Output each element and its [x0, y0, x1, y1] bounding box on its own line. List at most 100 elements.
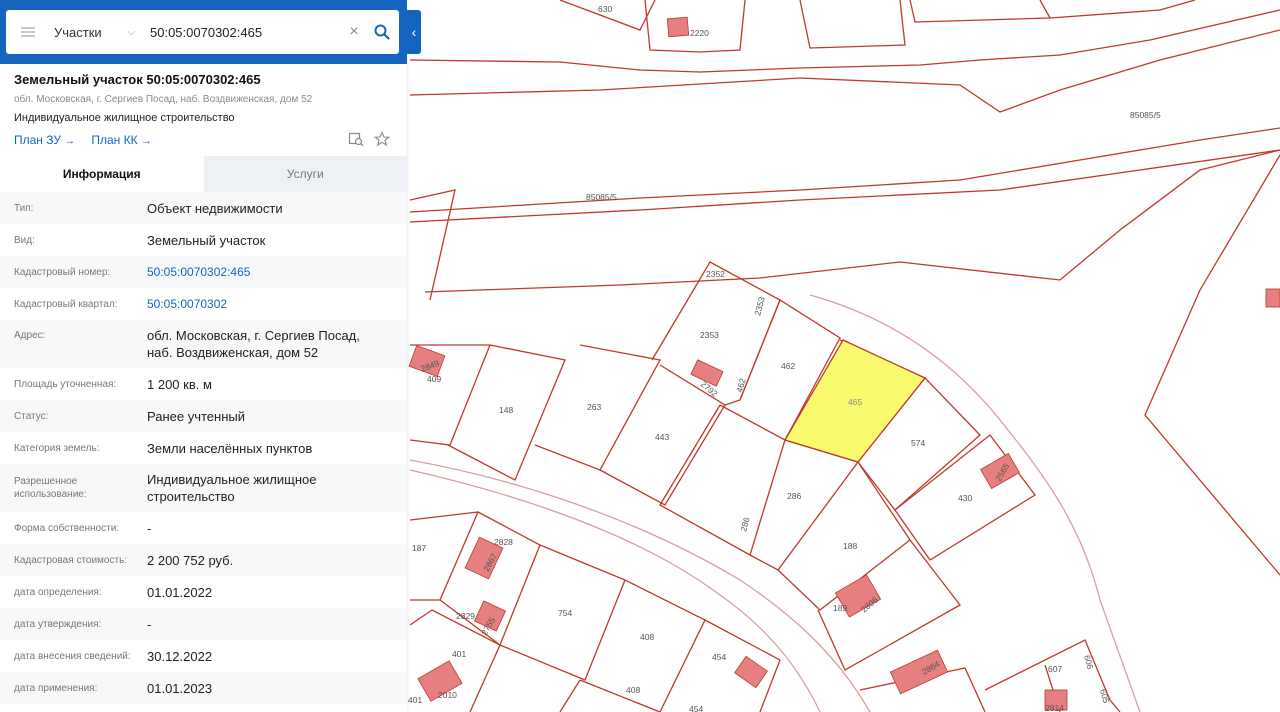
label-2352: 2352: [706, 269, 725, 279]
table-row: Разрешенное использование: Индивидуальное…: [0, 464, 407, 512]
label-574: 574: [911, 438, 925, 448]
chevron-left-icon: ‹: [411, 24, 417, 40]
table-row: дата утверждения: -: [0, 608, 407, 640]
label-263: 263: [587, 402, 601, 412]
label-401-a: 401: [452, 649, 466, 659]
label-148: 148: [499, 405, 513, 415]
label-607: 607: [1048, 664, 1062, 674]
table-row: Тип: Объект недвижимости: [0, 192, 407, 224]
plan-links: План ЗУ → План КК →: [14, 133, 393, 147]
plan-zu-link[interactable]: План ЗУ →: [14, 133, 75, 147]
label-286-a: 286: [787, 491, 801, 501]
field-label: Кадастровый квартал:: [14, 298, 118, 310]
plan-zu-label: План ЗУ: [14, 133, 61, 147]
plan-kk-label: План КК: [91, 133, 138, 147]
label-187: 187: [412, 543, 426, 553]
tab-info[interactable]: Информация: [0, 156, 204, 192]
field-value: 01.01.2023: [147, 680, 213, 696]
field-label: дата применения:: [14, 682, 98, 694]
field-label: Категория земель:: [14, 442, 100, 454]
field-value: Индивидуальное жилищное строительство: [147, 472, 317, 504]
cadastral-number-link[interactable]: 50:05:0070302:465: [147, 264, 250, 281]
object-use: Индивидуальное жилищное строительство: [14, 112, 235, 124]
label-465: 465: [848, 397, 862, 407]
search-on-map-icon[interactable]: [348, 131, 364, 147]
label-605: 605: [1098, 688, 1111, 705]
object-title: Земельный участок 50:05:0070302:465: [14, 72, 261, 87]
object-header: Земельный участок 50:05:0070302:465 обл.…: [0, 64, 407, 156]
search-bar: Участки ⌵ 50:05:0070302:465 ×: [0, 0, 407, 64]
object-tools: [348, 131, 390, 147]
field-value: 2 200 752 руб.: [147, 552, 234, 568]
label-454-a: 454: [712, 652, 726, 662]
label-454-b: 454: [689, 704, 703, 712]
field-value: 01.01.2022: [147, 584, 213, 600]
label-188: 188: [843, 541, 857, 551]
label-2353-b: 2353: [752, 295, 767, 316]
field-label: Статус:: [14, 410, 49, 422]
star-icon[interactable]: [374, 131, 390, 147]
table-row: Кадастровый номер: 50:05:0070302:465: [0, 256, 407, 288]
label-2828: 2828: [494, 537, 513, 547]
parcel-labels: 630 2220 85085/5 85085/5 2352 2353 2353 …: [408, 4, 1161, 712]
info-panel: Участки ⌵ 50:05:0070302:465 × Земельный …: [0, 0, 407, 712]
label-630: 630: [598, 4, 612, 14]
tab-services[interactable]: Услуги: [203, 156, 407, 192]
label-2353-a: 2353: [700, 330, 719, 340]
close-icon[interactable]: ×: [343, 23, 365, 41]
search-icon[interactable]: [365, 10, 399, 54]
search-box: Участки ⌵ 50:05:0070302:465 ×: [6, 10, 399, 54]
table-row: Площадь уточненная: 1 200 кв. м: [0, 368, 407, 400]
field-value: Земельный участок: [147, 232, 266, 248]
field-value: 30.12.2022: [147, 648, 213, 664]
search-input[interactable]: 50:05:0070302:465: [146, 25, 343, 40]
table-row: Кадастровый квартал: 50:05:0070302: [0, 288, 407, 320]
field-label: Кадастровый номер:: [14, 266, 111, 278]
table-row: дата применения: 01.01.2023: [0, 672, 407, 704]
label-286-b: 286: [738, 516, 751, 533]
field-value: -: [147, 616, 152, 632]
label-401-b: 401: [408, 695, 422, 705]
field-label: дата утверждения:: [14, 618, 102, 630]
label-408-b: 408: [626, 685, 640, 695]
label-606: 606: [1082, 654, 1095, 671]
label-409: 409: [427, 374, 441, 384]
table-row: Адрес: обл. Московская, г. Сергиев Посад,…: [0, 320, 407, 368]
field-label: дата внесения сведений:: [14, 650, 131, 662]
field-label: Форма собственности:: [14, 522, 120, 534]
table-row: дата определения: 01.01.2022: [0, 576, 407, 608]
label-2829: 2829: [456, 611, 475, 621]
label-443: 443: [655, 432, 669, 442]
field-label: Адрес:: [14, 330, 46, 341]
label-462-a: 462: [781, 361, 795, 371]
table-row: Категория земель: Земли населённых пункто…: [0, 432, 407, 464]
field-value: Ранее учтенный: [147, 408, 245, 424]
label-85085-5-a: 85085/5: [1130, 110, 1161, 120]
label-189: 189: [833, 603, 847, 613]
table-row: Статус: Ранее учтенный: [0, 400, 407, 432]
field-value: обл. Московская, г. Сергиев Посад, наб. …: [147, 328, 360, 360]
field-value: -: [147, 520, 152, 536]
collapse-panel-button[interactable]: ‹: [407, 10, 421, 54]
field-value: 1 200 кв. м: [147, 376, 212, 392]
table-row: Кадастровая стоимость: 2 200 752 руб.: [0, 544, 407, 576]
field-value: Объект недвижимости: [147, 200, 283, 216]
table-row: Форма собственности: -: [0, 512, 407, 544]
label-462-b: 462: [734, 377, 747, 394]
label-2010: 2010: [438, 690, 457, 700]
menu-icon[interactable]: [6, 10, 50, 54]
label-2220: 2220: [690, 28, 709, 38]
field-label: Площадь уточненная:: [14, 378, 117, 390]
field-label: Разрешенное использование:: [14, 476, 87, 500]
tabs: Информация Услуги: [0, 156, 407, 192]
property-list: Тип: Объект недвижимости Вид: Земельный уч…: [0, 192, 407, 704]
label-85085-5-b: 85085/5: [586, 192, 617, 202]
cadastral-quarter-link[interactable]: 50:05:0070302: [147, 296, 227, 313]
field-label: Вид:: [14, 234, 35, 246]
table-row: дата внесения сведений: 30.12.2022: [0, 640, 407, 672]
plan-kk-link[interactable]: План КК →: [91, 133, 152, 147]
field-label: Тип:: [14, 202, 34, 214]
object-address: обл. Московская, г. Сергиев Посад, наб. …: [14, 94, 313, 105]
field-label: Кадастровая стоимость:: [14, 554, 128, 566]
layer-select[interactable]: Участки ⌵: [50, 25, 146, 40]
